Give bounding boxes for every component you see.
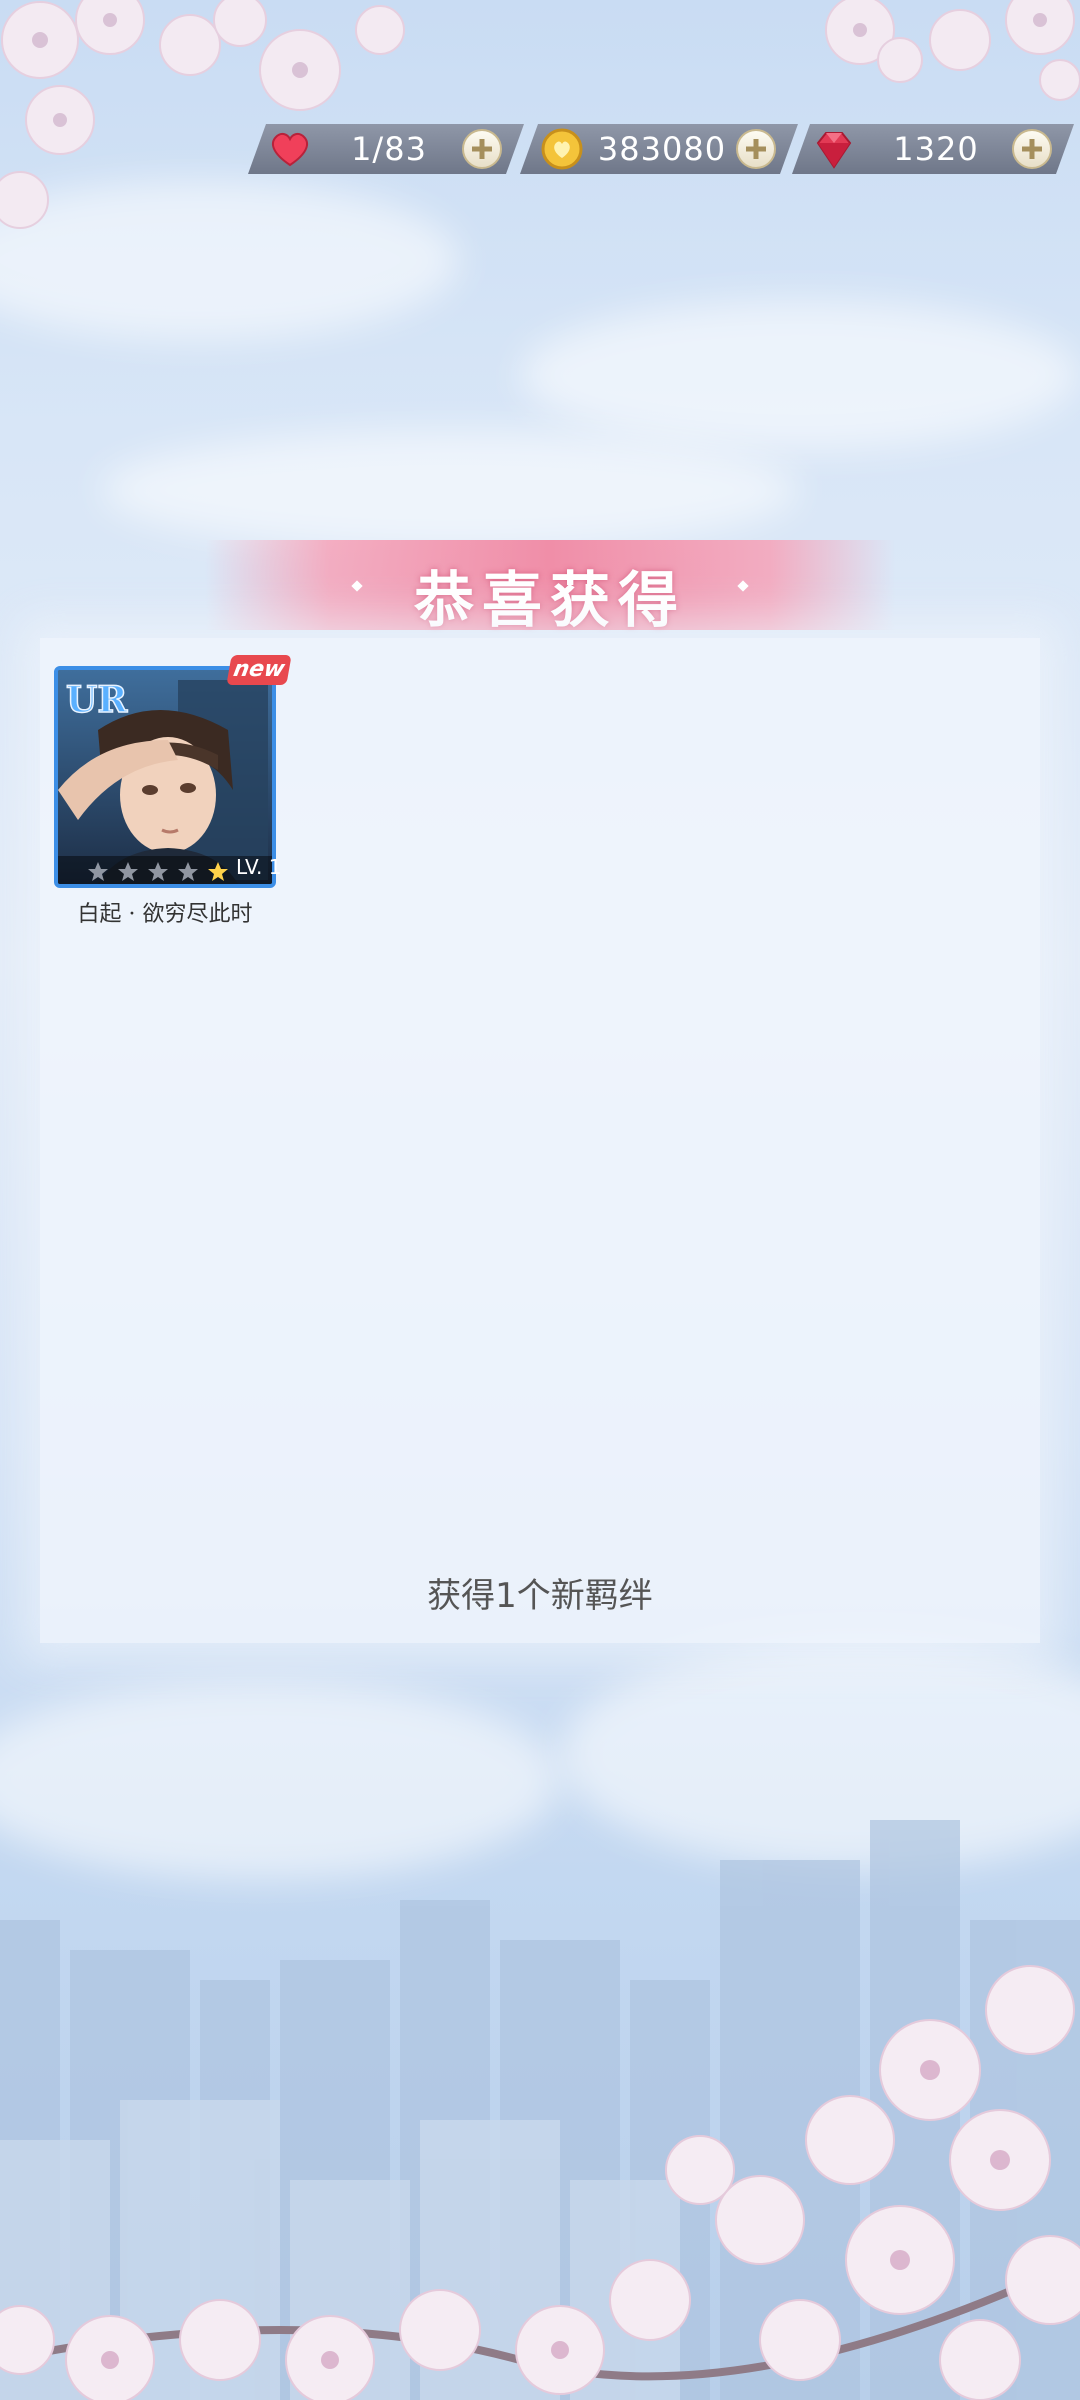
add-gold-button[interactable] [736,129,776,169]
stamina-value: 1/83 [351,130,427,168]
banner-title: 恭喜获得 [414,566,686,636]
add-stamina-button[interactable] [462,129,502,169]
diamond-counter: 1320 [792,124,1074,174]
stamina-counter: 1/83 [248,124,524,174]
add-diamond-button[interactable] [1012,129,1052,169]
diamond-value: 1320 [893,130,979,168]
gold-counter: 383080 [520,124,798,174]
new-badge: new [226,655,292,685]
rarity-label: UR [66,679,128,721]
card-level: LV. 1 [236,855,282,879]
character-portrait: UR [58,670,272,884]
congrats-banner: 恭喜获得 [205,540,895,636]
card-name: 白起 · 欲穷尽此时 [77,902,253,927]
heart-icon [268,127,312,171]
diamond-icon [812,127,856,171]
cherry-blossom-bottom [0,1965,1080,2400]
gold-value: 383080 [597,130,727,168]
reward-summary: 获得1个新羁绊 [427,1576,653,1616]
gold-coin-icon [540,127,584,171]
